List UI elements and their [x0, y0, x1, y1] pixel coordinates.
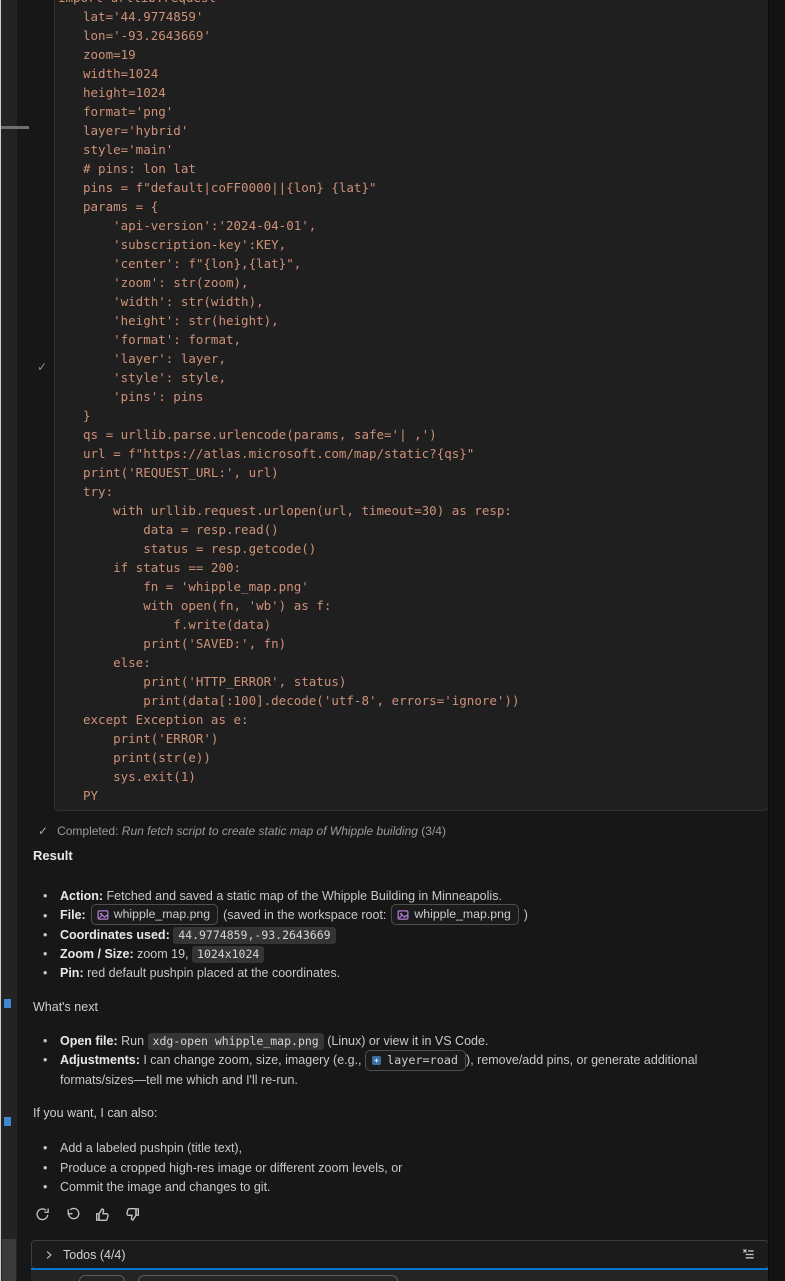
list-item-coordinates: • Coordinates used: 44.9774859,-93.264366…	[33, 926, 745, 945]
image-file-icon	[97, 909, 109, 921]
code-lines: lat='44.9774859' lon='-93.2643669' zoom=…	[83, 7, 758, 805]
file-chip-name: whipple_map.png	[114, 905, 210, 924]
open-file-command-code: xdg-open whipple_map.png	[148, 1033, 324, 1050]
todos-bar[interactable]: Todos (4/4)	[31, 1240, 769, 1269]
todos-label: Todos (4/4)	[63, 1248, 126, 1262]
bullet-dot: •	[43, 887, 47, 906]
whats-next-list: • Open file: Run xdg-open whipple_map.png…	[33, 1032, 745, 1090]
bullet-dot: •	[43, 1051, 47, 1070]
file-chip[interactable]: whipple_map.png	[391, 904, 518, 925]
check-icon: ✓	[38, 824, 48, 838]
chat-input-area[interactable]	[31, 1270, 769, 1281]
open-file-label: Open file:	[60, 1034, 118, 1048]
status-text: Completed: Run fetch script to create st…	[57, 824, 446, 838]
left-overview-rail	[1, 0, 17, 1281]
list-item-adjustments: • Adjustments: I can change zoom, size, i…	[33, 1051, 745, 1090]
scrollbar-thumb[interactable]	[2, 1239, 16, 1281]
adjustments-pre-text: I can change zoom, size, imagery (e.g.,	[143, 1053, 361, 1067]
open-file-pre-text: Run	[121, 1034, 144, 1048]
offers-list: • Add a labeled pushpin (title text), • Pr…	[33, 1139, 745, 1198]
offer-text: Commit the image and changes to git.	[60, 1180, 271, 1194]
result-list: • Action: Fetched and saved a static map …	[33, 887, 745, 983]
rerun-button[interactable]	[32, 1204, 53, 1225]
input-context-chip[interactable]	[138, 1275, 398, 1281]
setting-file-icon	[371, 1055, 382, 1066]
input-context-chip[interactable]	[79, 1275, 125, 1281]
bullet-dot: •	[43, 1159, 47, 1178]
list-item-action: • Action: Fetched and saved a static map …	[33, 887, 745, 906]
action-label: Action:	[60, 889, 103, 903]
list-item: • Produce a cropped high-res image or dif…	[33, 1159, 745, 1179]
tool-check-icon: ✓	[37, 360, 47, 374]
right-scrollbar-track[interactable]	[768, 0, 785, 1281]
undo-button[interactable]	[62, 1204, 83, 1225]
bullet-dot: •	[43, 907, 47, 926]
coordinates-label: Coordinates used:	[60, 928, 170, 942]
clear-all-icon[interactable]	[741, 1247, 756, 1262]
file-end-text: )	[524, 906, 528, 925]
offer-text: Add a labeled pushpin (title text),	[60, 1141, 242, 1155]
adjustments-label: Adjustments:	[60, 1053, 140, 1067]
bullet-dot: •	[43, 945, 47, 964]
list-item-open-file: • Open file: Run xdg-open whipple_map.png…	[33, 1032, 745, 1051]
result-heading: Result	[33, 848, 73, 863]
list-item-pin: • Pin: red default pushpin placed at the …	[33, 964, 745, 983]
file-mid-text: (saved in the workspace root:	[223, 906, 386, 925]
thumbs-up-icon	[94, 1206, 111, 1223]
undo-icon	[64, 1206, 81, 1223]
overview-marker	[4, 999, 11, 1008]
pin-text: red default pushpin placed at the coordi…	[87, 966, 340, 980]
bullet-dot: •	[43, 964, 47, 983]
bullet-dot: •	[43, 1139, 47, 1158]
coordinates-code: 44.9774859,-93.2643669	[173, 927, 335, 944]
whats-next-heading: What's next	[33, 1000, 98, 1014]
task-status-row: ✓ Completed: Run fetch script to create …	[38, 824, 446, 838]
layer-road-chip-text: layer=road	[387, 1053, 458, 1067]
response-toolbar	[32, 1204, 143, 1225]
list-item: • Commit the image and changes to git.	[33, 1178, 745, 1198]
bullet-dot: •	[43, 1032, 47, 1051]
layer-road-chip[interactable]: layer=road	[365, 1050, 466, 1071]
action-text: Fetched and saved a static map of the Wh…	[107, 889, 502, 903]
vscode-chat-panel: { "page": { "bg": "#171717", "accent": "…	[0, 0, 785, 1281]
bullet-dot: •	[43, 926, 47, 945]
code-clipped-line: import urllib.request	[58, 0, 758, 7]
helpful-button[interactable]	[92, 1204, 113, 1225]
code-content: import urllib.requestlat='44.9774859' lo…	[55, 0, 768, 811]
code-block: import urllib.requestlat='44.9774859' lo…	[54, 0, 769, 811]
status-prefix: Completed:	[57, 824, 118, 838]
offers-intro: If you want, I can also:	[33, 1106, 157, 1120]
list-item-zoom-size: • Zoom / Size: zoom 19, 1024x1024	[33, 945, 745, 964]
status-count: (3/4)	[421, 824, 446, 838]
pin-label: Pin:	[60, 966, 84, 980]
offer-text: Produce a cropped high-res image or diff…	[60, 1161, 402, 1175]
status-task-title: Run fetch script to create static map of…	[122, 824, 418, 838]
zoom-size-text: zoom 19,	[137, 947, 188, 961]
overview-marker	[4, 1117, 11, 1126]
file-chip[interactable]: whipple_map.png	[91, 904, 218, 925]
size-code: 1024x1024	[192, 946, 264, 963]
chevron-right-icon	[44, 1250, 54, 1260]
refresh-icon	[34, 1206, 51, 1223]
file-label: File:	[60, 906, 86, 925]
file-chip-name: whipple_map.png	[414, 905, 510, 924]
thumbs-down-icon	[124, 1206, 141, 1223]
zoom-size-label: Zoom / Size:	[60, 947, 134, 961]
unhelpful-button[interactable]	[122, 1204, 143, 1225]
list-item: • Add a labeled pushpin (title text),	[33, 1139, 745, 1159]
editor-sash-marker	[1, 126, 29, 129]
bullet-dot: •	[43, 1178, 47, 1197]
open-file-post-text: (Linux) or view it in VS Code.	[327, 1034, 488, 1048]
list-item-file: • File: whipple_map.png (saved in the wor…	[33, 906, 745, 925]
image-file-icon	[397, 909, 409, 921]
